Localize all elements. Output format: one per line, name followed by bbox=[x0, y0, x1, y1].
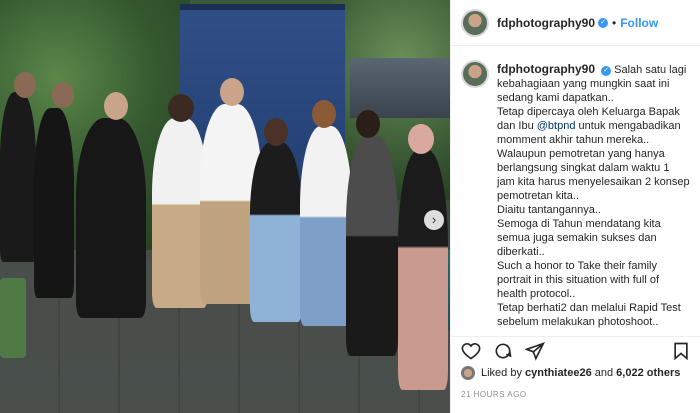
action-bar bbox=[451, 336, 700, 364]
person-3-head bbox=[104, 92, 128, 120]
post-timestamp[interactable]: 21 HOURS AGO bbox=[461, 390, 527, 399]
caption-avatar[interactable] bbox=[461, 60, 489, 88]
verified-icon: ✓ bbox=[601, 66, 612, 76]
person-5-head bbox=[220, 78, 244, 106]
likes-and: and bbox=[591, 367, 617, 379]
likes-user[interactable]: cynthiatee26 bbox=[525, 367, 592, 379]
person-9-head bbox=[408, 124, 434, 154]
post-header: fdphotography90 ✓ • Follow bbox=[451, 0, 700, 46]
person-9 bbox=[398, 150, 448, 390]
plant-pot bbox=[0, 278, 26, 358]
caption-line-4: Walaupun pemotretan yang hanya berlangsu… bbox=[497, 148, 690, 202]
person-8 bbox=[346, 136, 398, 356]
person-1 bbox=[0, 92, 36, 262]
person-3 bbox=[76, 118, 146, 318]
heart-icon[interactable] bbox=[461, 341, 481, 361]
person-4-head bbox=[168, 94, 194, 122]
mention-link[interactable]: @btpnd bbox=[537, 120, 576, 132]
post-side-panel: fdphotography90 ✓ • Follow fdphotography… bbox=[450, 0, 700, 413]
person-1-head bbox=[14, 72, 36, 98]
person-2 bbox=[34, 108, 74, 298]
verified-icon: ✓ bbox=[598, 17, 608, 28]
likes-line: Liked by cynthiatee26 and 6,022 others bbox=[461, 366, 680, 380]
bookmark-icon[interactable] bbox=[671, 341, 691, 361]
avatar[interactable] bbox=[461, 8, 489, 37]
share-icon[interactable] bbox=[525, 341, 545, 361]
person-6 bbox=[250, 142, 302, 322]
likes-prefix: Liked by bbox=[481, 367, 522, 379]
caption-line-8: Tetap berhati2 dan melalui Rapid Test se… bbox=[497, 302, 681, 328]
likes-count[interactable]: 6,022 others bbox=[616, 367, 680, 379]
chevron-right-icon[interactable]: › bbox=[424, 210, 444, 230]
post-photo[interactable]: › bbox=[0, 0, 450, 413]
person-7 bbox=[300, 126, 352, 326]
caption-username[interactable]: fdphotography90 bbox=[497, 62, 595, 76]
comment-icon[interactable] bbox=[493, 341, 513, 361]
caption-text: fdphotography90 ✓ Salah satu lagi kebaha… bbox=[497, 62, 690, 328]
person-8-head bbox=[356, 110, 380, 138]
username[interactable]: fdphotography90 bbox=[497, 16, 595, 30]
separator: • bbox=[612, 15, 617, 30]
caption-line-6: Semoga di Tahun mendatang kita semua jug… bbox=[497, 218, 661, 258]
caption-line-7: Such a honor to Take their family portra… bbox=[497, 260, 660, 300]
person-2-head bbox=[52, 82, 74, 108]
caption-line-5: Diaitu tantangannya.. bbox=[497, 204, 601, 216]
person-7-head bbox=[312, 100, 336, 128]
caption-section: fdphotography90 ✓ Salah satu lagi kebaha… bbox=[451, 46, 700, 328]
person-6-head bbox=[264, 118, 288, 146]
follow-button[interactable]: Follow bbox=[620, 16, 658, 30]
house-background bbox=[350, 58, 450, 118]
liker-avatar[interactable] bbox=[461, 366, 475, 380]
